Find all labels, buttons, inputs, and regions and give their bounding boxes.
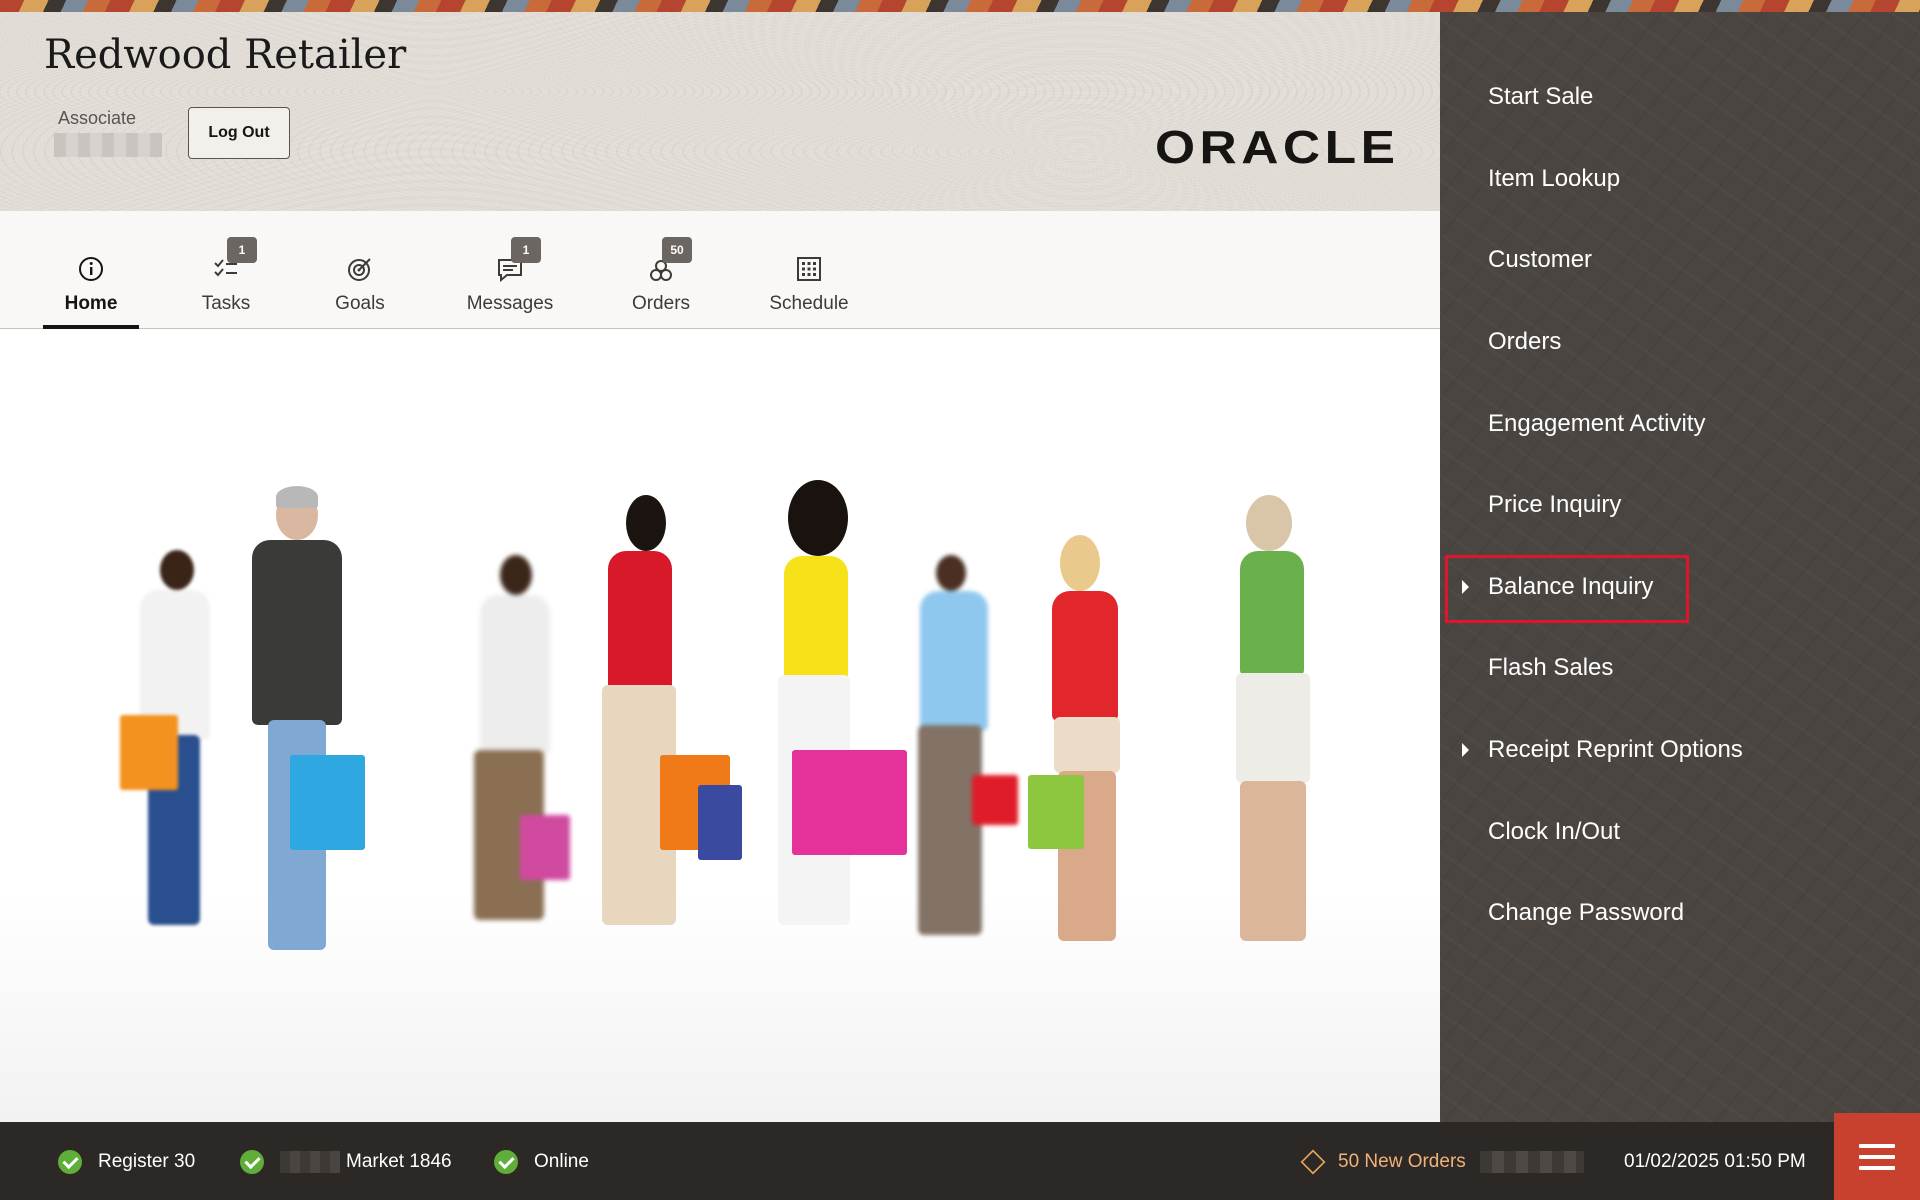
orders-badge: 50 xyxy=(662,237,692,263)
status-connection: Online xyxy=(494,1148,589,1176)
store-text: Market 1846 xyxy=(346,1151,452,1172)
check-circle-icon xyxy=(58,1150,82,1174)
tab-label: Schedule xyxy=(769,293,849,314)
orders-icon: 50 xyxy=(647,237,692,283)
expand-caret-icon xyxy=(1462,743,1469,757)
tab-label: Orders xyxy=(631,293,691,314)
hamburger-line xyxy=(1859,1154,1895,1159)
tab-schedule[interactable]: Schedule xyxy=(764,211,854,329)
hero-floor xyxy=(0,892,1440,1122)
menu-item-label: Item Lookup xyxy=(1488,165,1621,192)
status-new-orders[interactable]: 50 New Orders xyxy=(1300,1148,1584,1176)
tab-tasks[interactable]: 1 Tasks xyxy=(186,211,266,329)
tab-orders[interactable]: 50 Orders xyxy=(620,211,702,329)
associate-name-redacted xyxy=(54,133,162,157)
menu-item-clock-in-out[interactable]: Clock In/Out xyxy=(1488,807,1620,857)
package-icon xyxy=(1300,1149,1326,1175)
hero-shoppers-image xyxy=(0,330,1440,1122)
status-datetime: 01/02/2025 01:50 PM xyxy=(1624,1148,1806,1176)
decorative-top-strip xyxy=(0,0,1920,12)
menu-item-label: Clock In/Out xyxy=(1488,818,1621,845)
tab-label: Goals xyxy=(335,293,385,314)
tab-label: Home xyxy=(64,293,118,314)
check-circle-icon xyxy=(240,1150,264,1174)
menu-item-item-lookup[interactable]: Item Lookup xyxy=(1488,154,1620,204)
menu-item-price-inquiry[interactable]: Price Inquiry xyxy=(1488,480,1621,530)
menu-item-change-password[interactable]: Change Password xyxy=(1488,888,1684,938)
menu-item-start-sale[interactable]: Start Sale xyxy=(1488,72,1593,122)
menu-item-label: Balance Inquiry xyxy=(1488,573,1654,600)
calendar-icon xyxy=(795,255,823,283)
app-header: Redwood Retailer Associate Log Out ORACL… xyxy=(0,12,1440,211)
new-orders-text: 50 New Orders xyxy=(1338,1151,1466,1172)
tab-goals[interactable]: Goals xyxy=(320,211,400,329)
menu-item-label: Flash Sales xyxy=(1488,654,1614,681)
menu-item-label: Customer xyxy=(1488,246,1593,273)
associate-label: Associate xyxy=(58,108,137,128)
info-icon xyxy=(77,255,105,283)
tab-label: Tasks xyxy=(201,293,251,314)
menu-item-label: Orders xyxy=(1488,328,1562,355)
orders-detail-redacted xyxy=(1479,1151,1584,1173)
hamburger-line xyxy=(1859,1165,1895,1170)
tab-label: Messages xyxy=(466,293,554,314)
logout-button[interactable]: Log Out xyxy=(188,107,290,159)
tab-home[interactable]: Home xyxy=(43,211,139,329)
app-title: Redwood Retailer xyxy=(44,32,407,78)
menu-item-balance-inquiry[interactable]: Balance Inquiry xyxy=(1462,562,1654,612)
store-name-redacted xyxy=(280,1151,340,1173)
menu-item-label: Change Password xyxy=(1488,899,1685,926)
datetime-text: 01/02/2025 01:50 PM xyxy=(1624,1151,1806,1172)
messages-badge: 1 xyxy=(511,237,541,263)
nav-tabbar: Home 1 Tasks Goals 1 Messages 50 Orders … xyxy=(0,211,1440,329)
expand-caret-icon xyxy=(1462,580,1469,594)
side-action-menu: Start Sale Item Lookup Customer Orders E… xyxy=(1440,12,1920,1122)
tasks-badge: 1 xyxy=(227,237,257,263)
message-icon: 1 xyxy=(496,237,541,283)
menu-item-receipt-reprint-options[interactable]: Receipt Reprint Options xyxy=(1462,725,1743,775)
hamburger-menu-button[interactable] xyxy=(1834,1113,1920,1200)
hamburger-line xyxy=(1859,1143,1895,1148)
menu-item-customer[interactable]: Customer xyxy=(1488,235,1592,285)
menu-item-label: Engagement Activity xyxy=(1488,410,1706,437)
register-text: Register 30 xyxy=(98,1151,196,1172)
menu-item-label: Price Inquiry xyxy=(1488,491,1622,518)
menu-item-engagement-activity[interactable]: Engagement Activity xyxy=(1488,399,1705,449)
status-store: Market 1846 xyxy=(240,1148,452,1176)
tasks-icon: 1 xyxy=(212,237,257,283)
tab-messages[interactable]: 1 Messages xyxy=(460,211,560,329)
oracle-logo: ORACLE xyxy=(1155,121,1400,173)
target-icon xyxy=(346,255,374,283)
status-bar: Register 30 Market 1846 Online 50 New Or… xyxy=(0,1122,1920,1200)
connection-text: Online xyxy=(534,1151,589,1172)
menu-item-orders[interactable]: Orders xyxy=(1488,317,1561,367)
menu-item-flash-sales[interactable]: Flash Sales xyxy=(1488,643,1613,693)
status-register: Register 30 xyxy=(58,1148,195,1176)
menu-item-label: Start Sale xyxy=(1488,83,1594,110)
check-circle-icon xyxy=(494,1150,518,1174)
menu-item-label: Receipt Reprint Options xyxy=(1488,736,1743,763)
